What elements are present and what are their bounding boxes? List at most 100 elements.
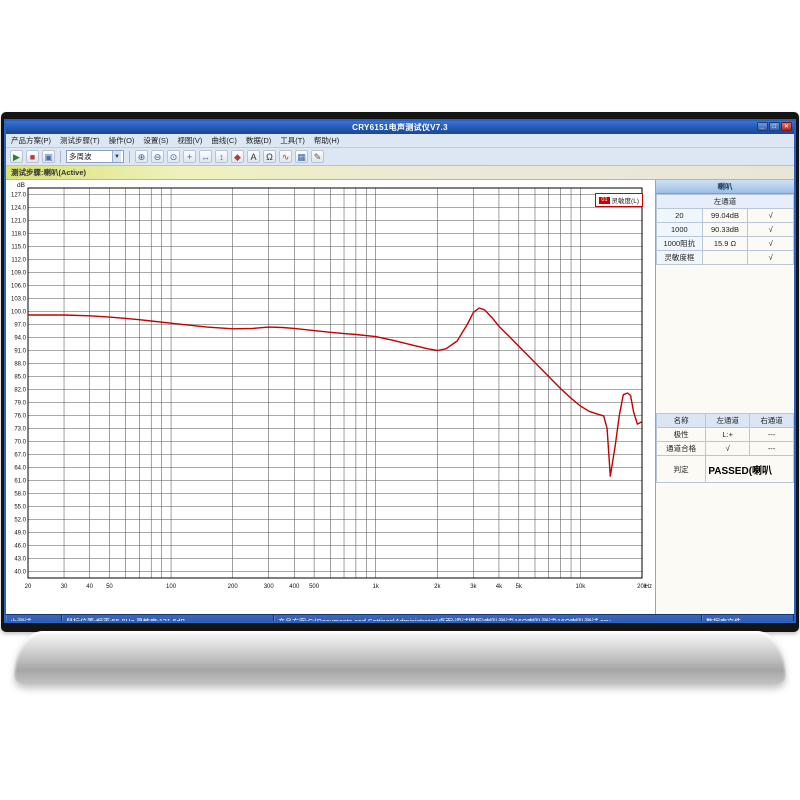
zoom-out-icon[interactable]: ⊖ <box>151 150 164 163</box>
svg-text:76.0: 76.0 <box>14 414 26 420</box>
judgement-table: 名称 左通道 右通道 极性 L:+ --- 通道合格 √ --- 判定 PASSED(喇叭 <box>656 413 794 483</box>
signal-type-value: 多周波 <box>69 152 92 161</box>
measurement-value: 99.04dB <box>701 208 749 223</box>
svg-text:40: 40 <box>86 584 93 590</box>
main-area: 01 灵敏度(L) 127.0 124.0 121.0 118.0 115.0 112.0… <box>6 180 794 614</box>
menu-item-7[interactable]: 工具(T) <box>280 135 305 146</box>
maximize-button[interactable]: □ <box>769 122 780 131</box>
svg-text:dB: dB <box>17 182 25 189</box>
channel-header: 左通道 <box>656 194 794 209</box>
monitor-stand <box>14 631 786 685</box>
judgement-cell: √ <box>705 441 751 456</box>
svg-text:100.0: 100.0 <box>11 310 27 316</box>
menu-bar: 产品方案(P) 测试步骤(T) 操作(O) 设置(S) 视图(V) 曲线(C) 数据(D) 工… <box>6 134 794 148</box>
minimize-button[interactable]: _ <box>757 122 768 131</box>
measurement-table: 左通道 20 99.04dB √ 1000 90.33dB √ 1000阻抗 15.9 Ω √ 灵… <box>656 194 794 265</box>
svg-text:115.0: 115.0 <box>11 245 26 251</box>
tab-strip: 测试步骤:喇叭(Active) <box>6 166 794 180</box>
svg-text:30: 30 <box>61 584 68 590</box>
toolbar-separator <box>60 150 61 163</box>
svg-text:52.0: 52.0 <box>14 518 26 524</box>
svg-text:200: 200 <box>228 584 239 590</box>
svg-text:112.0: 112.0 <box>11 258 26 264</box>
tab-test-step-speaker[interactable]: 测试步骤:喇叭(Active) <box>11 167 86 178</box>
svg-text:55.0: 55.0 <box>14 505 26 511</box>
judgement-cell: L:+ <box>705 427 751 442</box>
status-segment-3: 数据库文件 <box>702 615 794 621</box>
svg-text:5k: 5k <box>516 584 523 590</box>
svg-text:124.0: 124.0 <box>11 206 27 212</box>
svg-text:103.0: 103.0 <box>11 297 27 303</box>
save-icon[interactable]: ▣ <box>42 150 55 163</box>
svg-text:127.0: 127.0 <box>11 193 27 199</box>
start-test-icon[interactable]: ▶ <box>10 150 23 163</box>
grid-icon[interactable]: ▦ <box>295 150 308 163</box>
menu-item-0[interactable]: 产品方案(P) <box>11 135 51 146</box>
menu-item-3[interactable]: 设置(S) <box>143 135 168 146</box>
measurement-name: 20 <box>656 208 703 223</box>
panel-spacer <box>656 265 794 413</box>
menu-item-8[interactable]: 帮助(H) <box>314 135 339 146</box>
judgement-header-cell: 名称 <box>656 413 707 428</box>
status-segment-2: 产品方案:C:\Documents and Settings\Administr… <box>274 615 702 621</box>
cursor-icon[interactable]: + <box>183 150 196 163</box>
svg-text:2k: 2k <box>434 584 441 590</box>
svg-text:300: 300 <box>264 584 275 590</box>
measurement-value <box>701 250 749 265</box>
svg-text:106.0: 106.0 <box>11 284 27 290</box>
judgement-header-cell: 右通道 <box>749 413 794 428</box>
judgement-cell: 极性 <box>656 427 707 442</box>
judgement-row: 通道合格 √ --- <box>656 441 794 456</box>
chart-legend: 01 灵敏度(L) <box>595 193 643 207</box>
svg-text:121.0: 121.0 <box>11 219 27 225</box>
status-bar: 止测试 鼠标位置:频率:55.9Hz 灵敏度:131.6dB 产品方案:C:\Doc… <box>6 614 794 621</box>
results-panel: 喇叭 左通道 20 99.04dB √ 1000 90.33dB √ 1000阻抗 15.9 … <box>656 180 794 614</box>
results-panel-title: 喇叭 <box>656 180 794 194</box>
zoom-reset-icon[interactable]: ⊙ <box>167 150 180 163</box>
measurement-value: 90.33dB <box>701 222 749 237</box>
svg-text:118.0: 118.0 <box>11 232 26 238</box>
legend-series-label: 灵敏度(L) <box>611 198 639 205</box>
svg-text:3k: 3k <box>470 584 477 590</box>
impedance-icon[interactable]: Ω <box>263 150 276 163</box>
pan-icon[interactable]: ↔ <box>199 150 212 163</box>
measurement-row: 20 99.04dB √ <box>656 208 794 223</box>
svg-text:400: 400 <box>289 584 300 590</box>
status-segment-0: 止测试 <box>6 615 62 621</box>
title-bar: CRY6151电声测试仪V7.3 _ □ ✕ <box>6 121 794 134</box>
legend-series-badge: 01 <box>599 196 610 204</box>
status-segment-1: 鼠标位置:频率:55.9Hz 灵敏度:131.6dB <box>62 615 274 621</box>
svg-text:94.0: 94.0 <box>14 336 26 342</box>
menu-item-1[interactable]: 测试步骤(T) <box>60 135 100 146</box>
stop-test-icon[interactable]: ■ <box>26 150 39 163</box>
svg-text:61.0: 61.0 <box>14 479 26 485</box>
scale-icon[interactable]: ↕ <box>215 150 228 163</box>
signal-type-combo[interactable]: 多周波 ▼ <box>66 150 124 163</box>
window-controls: _ □ ✕ <box>757 122 792 131</box>
curve-icon[interactable]: ∿ <box>279 150 292 163</box>
marker-icon[interactable]: ◆ <box>231 150 244 163</box>
text-label-icon[interactable]: A <box>247 150 260 163</box>
measurement-name: 灵敏度框 <box>656 250 703 265</box>
verdict-value: PASSED(喇叭 <box>705 455 794 483</box>
svg-text:67.0: 67.0 <box>14 453 26 459</box>
close-button[interactable]: ✕ <box>781 122 792 131</box>
judgement-cell: 通道合格 <box>656 441 707 456</box>
menu-item-4[interactable]: 视图(V) <box>177 135 202 146</box>
toolbar-separator <box>129 150 130 163</box>
pass-check-icon: √ <box>747 208 794 223</box>
edit-icon[interactable]: ✎ <box>311 150 324 163</box>
menu-item-5[interactable]: 曲线(C) <box>211 135 236 146</box>
menu-item-2[interactable]: 操作(O) <box>109 135 135 146</box>
chart-area[interactable]: 01 灵敏度(L) 127.0 124.0 121.0 118.0 115.0 112.0… <box>6 180 656 614</box>
menu-item-6[interactable]: 数据(D) <box>246 135 271 146</box>
svg-text:500: 500 <box>309 584 320 590</box>
svg-text:4k: 4k <box>496 584 503 590</box>
measurement-row: 1000阻抗 15.9 Ω √ <box>656 236 794 251</box>
judgement-header-row: 名称 左通道 右通道 <box>656 413 794 428</box>
table-header-row: 左通道 <box>656 194 794 209</box>
app-window: CRY6151电声测试仪V7.3 _ □ ✕ 产品方案(P) 测试步骤(T) 操作(… <box>4 119 796 623</box>
judgement-cell: --- <box>749 441 794 456</box>
monitor-bezel: CRY6151电声测试仪V7.3 _ □ ✕ 产品方案(P) 测试步骤(T) 操作(… <box>1 112 799 632</box>
zoom-in-icon[interactable]: ⊕ <box>135 150 148 163</box>
